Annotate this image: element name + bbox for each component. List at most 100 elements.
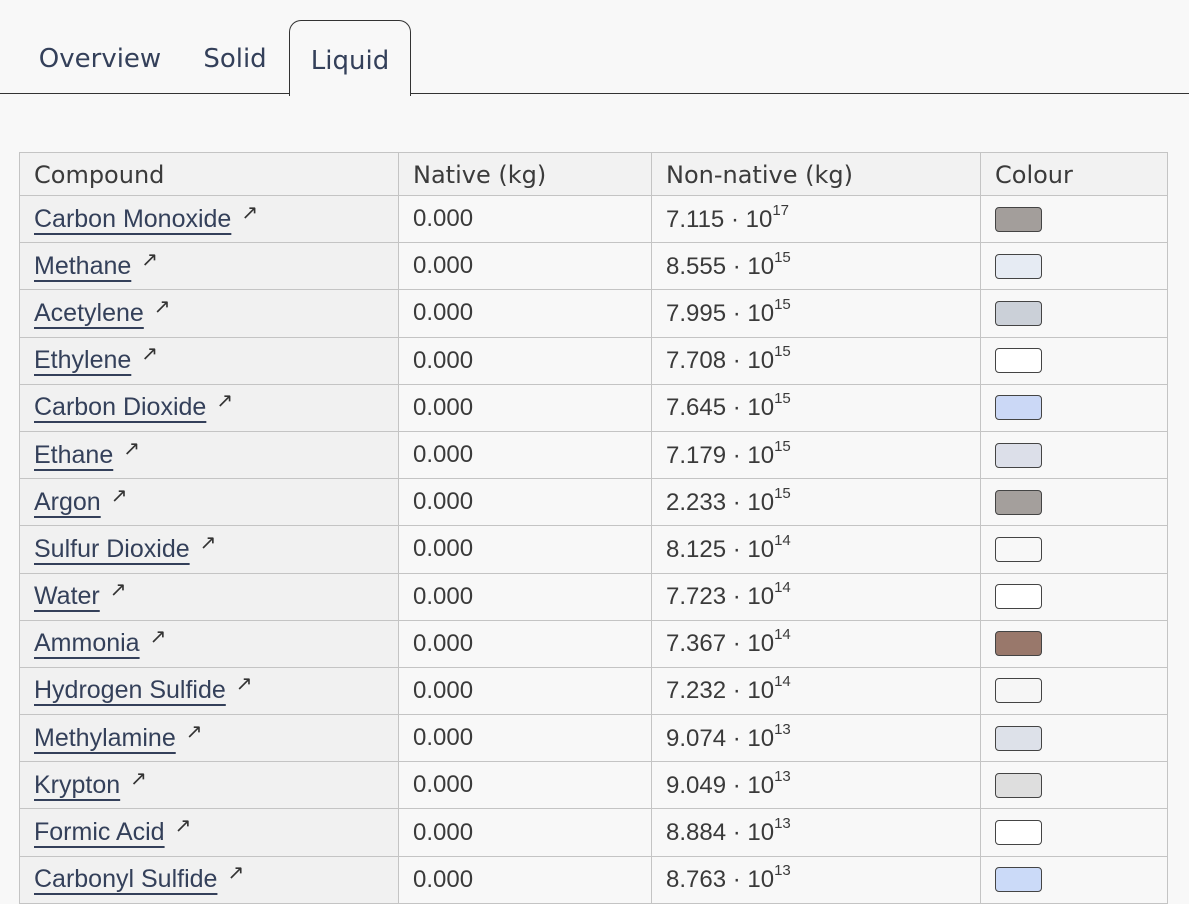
compound-link[interactable]: Ethane <box>34 441 113 469</box>
colour-swatch <box>995 820 1042 846</box>
table-row: Ethane ↗ 0.000 7.179 · 1015 <box>19 430 1168 480</box>
non-native-cell: 7.232 · 1014 <box>651 666 981 716</box>
compound-cell: Carbonyl Sulfide ↗ <box>19 855 399 904</box>
external-link-arrow-icon[interactable]: ↗ <box>110 577 127 601</box>
external-link-arrow-icon[interactable]: ↗ <box>111 483 128 507</box>
tab-bar: Overview Solid Liquid <box>0 0 1189 96</box>
non-native-mantissa: 7.995 · 10 <box>666 299 775 327</box>
non-native-mantissa: 9.049 · 10 <box>666 771 775 799</box>
colour-swatch <box>995 772 1042 798</box>
non-native-exponent: 15 <box>774 248 791 266</box>
compound-cell: Methylamine ↗ <box>19 714 399 763</box>
external-link-arrow-icon[interactable]: ↗ <box>175 813 192 837</box>
table-row: Ethylene ↗ 0.000 7.708 · 1015 <box>19 336 1168 385</box>
external-link-arrow-icon[interactable]: ↗ <box>216 388 233 412</box>
compound-cell: Ammonia ↗ <box>19 619 399 668</box>
colour-swatch <box>995 442 1042 468</box>
non-native-exponent: 13 <box>774 767 791 785</box>
non-native-exponent: 13 <box>774 862 791 880</box>
non-native-cell: 8.555 · 1015 <box>651 242 981 291</box>
compound-link[interactable]: Methane <box>34 252 131 280</box>
compound-cell: Krypton ↗ <box>19 761 399 810</box>
table-row: Carbon Dioxide ↗ 0.000 7.645 · 1015 <box>19 383 1168 432</box>
external-link-arrow-icon[interactable]: ↗ <box>150 624 167 648</box>
non-native-cell: 2.233 · 1015 <box>651 478 981 527</box>
native-cell: 0.000 <box>398 619 652 668</box>
external-link-arrow-icon[interactable]: ↗ <box>236 671 253 695</box>
tab-solid[interactable]: Solid <box>188 20 282 94</box>
compound-link[interactable]: Carbon Dioxide <box>34 393 206 421</box>
non-native-cell: 8.125 · 1014 <box>651 525 981 574</box>
compound-link[interactable]: Formic Acid <box>34 818 165 846</box>
colour-swatch <box>995 395 1042 421</box>
non-native-mantissa: 8.125 · 10 <box>666 535 775 563</box>
compound-link[interactable]: Water <box>34 582 100 610</box>
compound-link[interactable]: Krypton <box>34 771 120 799</box>
colour-cell <box>980 855 1168 904</box>
non-native-mantissa: 8.763 · 10 <box>666 866 775 894</box>
tab-overview[interactable]: Overview <box>22 20 178 94</box>
compound-cell: Carbon Monoxide ↗ <box>19 194 399 244</box>
compounds-table: Compound Native (kg) Non-native (kg) Col… <box>19 152 1168 904</box>
non-native-mantissa: 8.555 · 10 <box>666 252 775 280</box>
native-cell: 0.000 <box>398 430 652 480</box>
compound-link[interactable]: Methylamine <box>34 724 176 752</box>
non-native-mantissa: 7.367 · 10 <box>666 630 775 658</box>
non-native-mantissa: 2.233 · 10 <box>666 488 775 516</box>
colour-cell <box>980 336 1168 385</box>
external-link-arrow-icon[interactable]: ↗ <box>241 200 258 224</box>
colour-cell <box>980 478 1168 527</box>
colour-swatch <box>995 867 1042 893</box>
colour-cell <box>980 666 1168 716</box>
compound-link[interactable]: Ammonia <box>34 629 140 657</box>
native-cell: 0.000 <box>398 855 652 904</box>
non-native-exponent: 13 <box>774 720 791 738</box>
external-link-arrow-icon[interactable]: ↗ <box>123 436 140 460</box>
non-native-exponent: 14 <box>774 579 791 597</box>
compound-link[interactable]: Carbon Monoxide <box>34 205 231 233</box>
compound-link[interactable]: Ethylene <box>34 346 131 374</box>
table-row: Methane ↗ 0.000 8.555 · 1015 <box>19 242 1168 291</box>
colour-cell <box>980 242 1168 291</box>
external-link-arrow-icon[interactable]: ↗ <box>200 530 217 554</box>
native-cell: 0.000 <box>398 242 652 291</box>
compound-cell: Carbon Dioxide ↗ <box>19 383 399 432</box>
non-native-exponent: 14 <box>774 673 791 691</box>
compound-link[interactable]: Carbonyl Sulfide <box>34 865 217 893</box>
non-native-cell: 7.115 · 1017 <box>651 194 981 244</box>
non-native-cell: 7.367 · 1014 <box>651 619 981 668</box>
external-link-arrow-icon[interactable]: ↗ <box>227 860 244 884</box>
native-cell: 0.000 <box>398 714 652 763</box>
non-native-mantissa: 7.723 · 10 <box>666 583 775 611</box>
external-link-arrow-icon[interactable]: ↗ <box>130 766 147 790</box>
external-link-arrow-icon[interactable]: ↗ <box>141 247 158 271</box>
non-native-exponent: 14 <box>774 626 791 644</box>
external-link-arrow-icon[interactable]: ↗ <box>154 294 171 318</box>
tab-liquid[interactable]: Liquid <box>289 20 411 96</box>
colour-swatch <box>995 253 1042 279</box>
compound-link[interactable]: Hydrogen Sulfide <box>34 676 226 704</box>
non-native-mantissa: 7.179 · 10 <box>666 441 775 469</box>
non-native-exponent: 15 <box>774 484 791 502</box>
table-row: Methylamine ↗ 0.000 9.074 · 1013 <box>19 714 1168 763</box>
non-native-cell: 9.074 · 1013 <box>651 714 981 763</box>
colour-cell <box>980 525 1168 574</box>
external-link-arrow-icon[interactable]: ↗ <box>186 719 203 743</box>
colour-cell <box>980 808 1168 857</box>
colour-cell <box>980 572 1168 621</box>
compound-link[interactable]: Argon <box>34 488 101 516</box>
colour-swatch <box>995 536 1042 562</box>
non-native-exponent: 15 <box>774 295 791 313</box>
non-native-cell: 7.645 · 1015 <box>651 383 981 432</box>
compound-link[interactable]: Acetylene <box>34 299 144 327</box>
colour-swatch <box>995 725 1042 751</box>
non-native-cell: 7.723 · 1014 <box>651 572 981 621</box>
non-native-cell: 8.763 · 1013 <box>651 855 981 904</box>
compound-link[interactable]: Sulfur Dioxide <box>34 535 190 563</box>
external-link-arrow-icon[interactable]: ↗ <box>141 341 158 365</box>
colour-cell <box>980 289 1168 338</box>
non-native-cell: 7.708 · 1015 <box>651 336 981 385</box>
native-cell: 0.000 <box>398 761 652 810</box>
colour-swatch <box>995 631 1042 657</box>
compound-cell: Ethane ↗ <box>19 430 399 480</box>
